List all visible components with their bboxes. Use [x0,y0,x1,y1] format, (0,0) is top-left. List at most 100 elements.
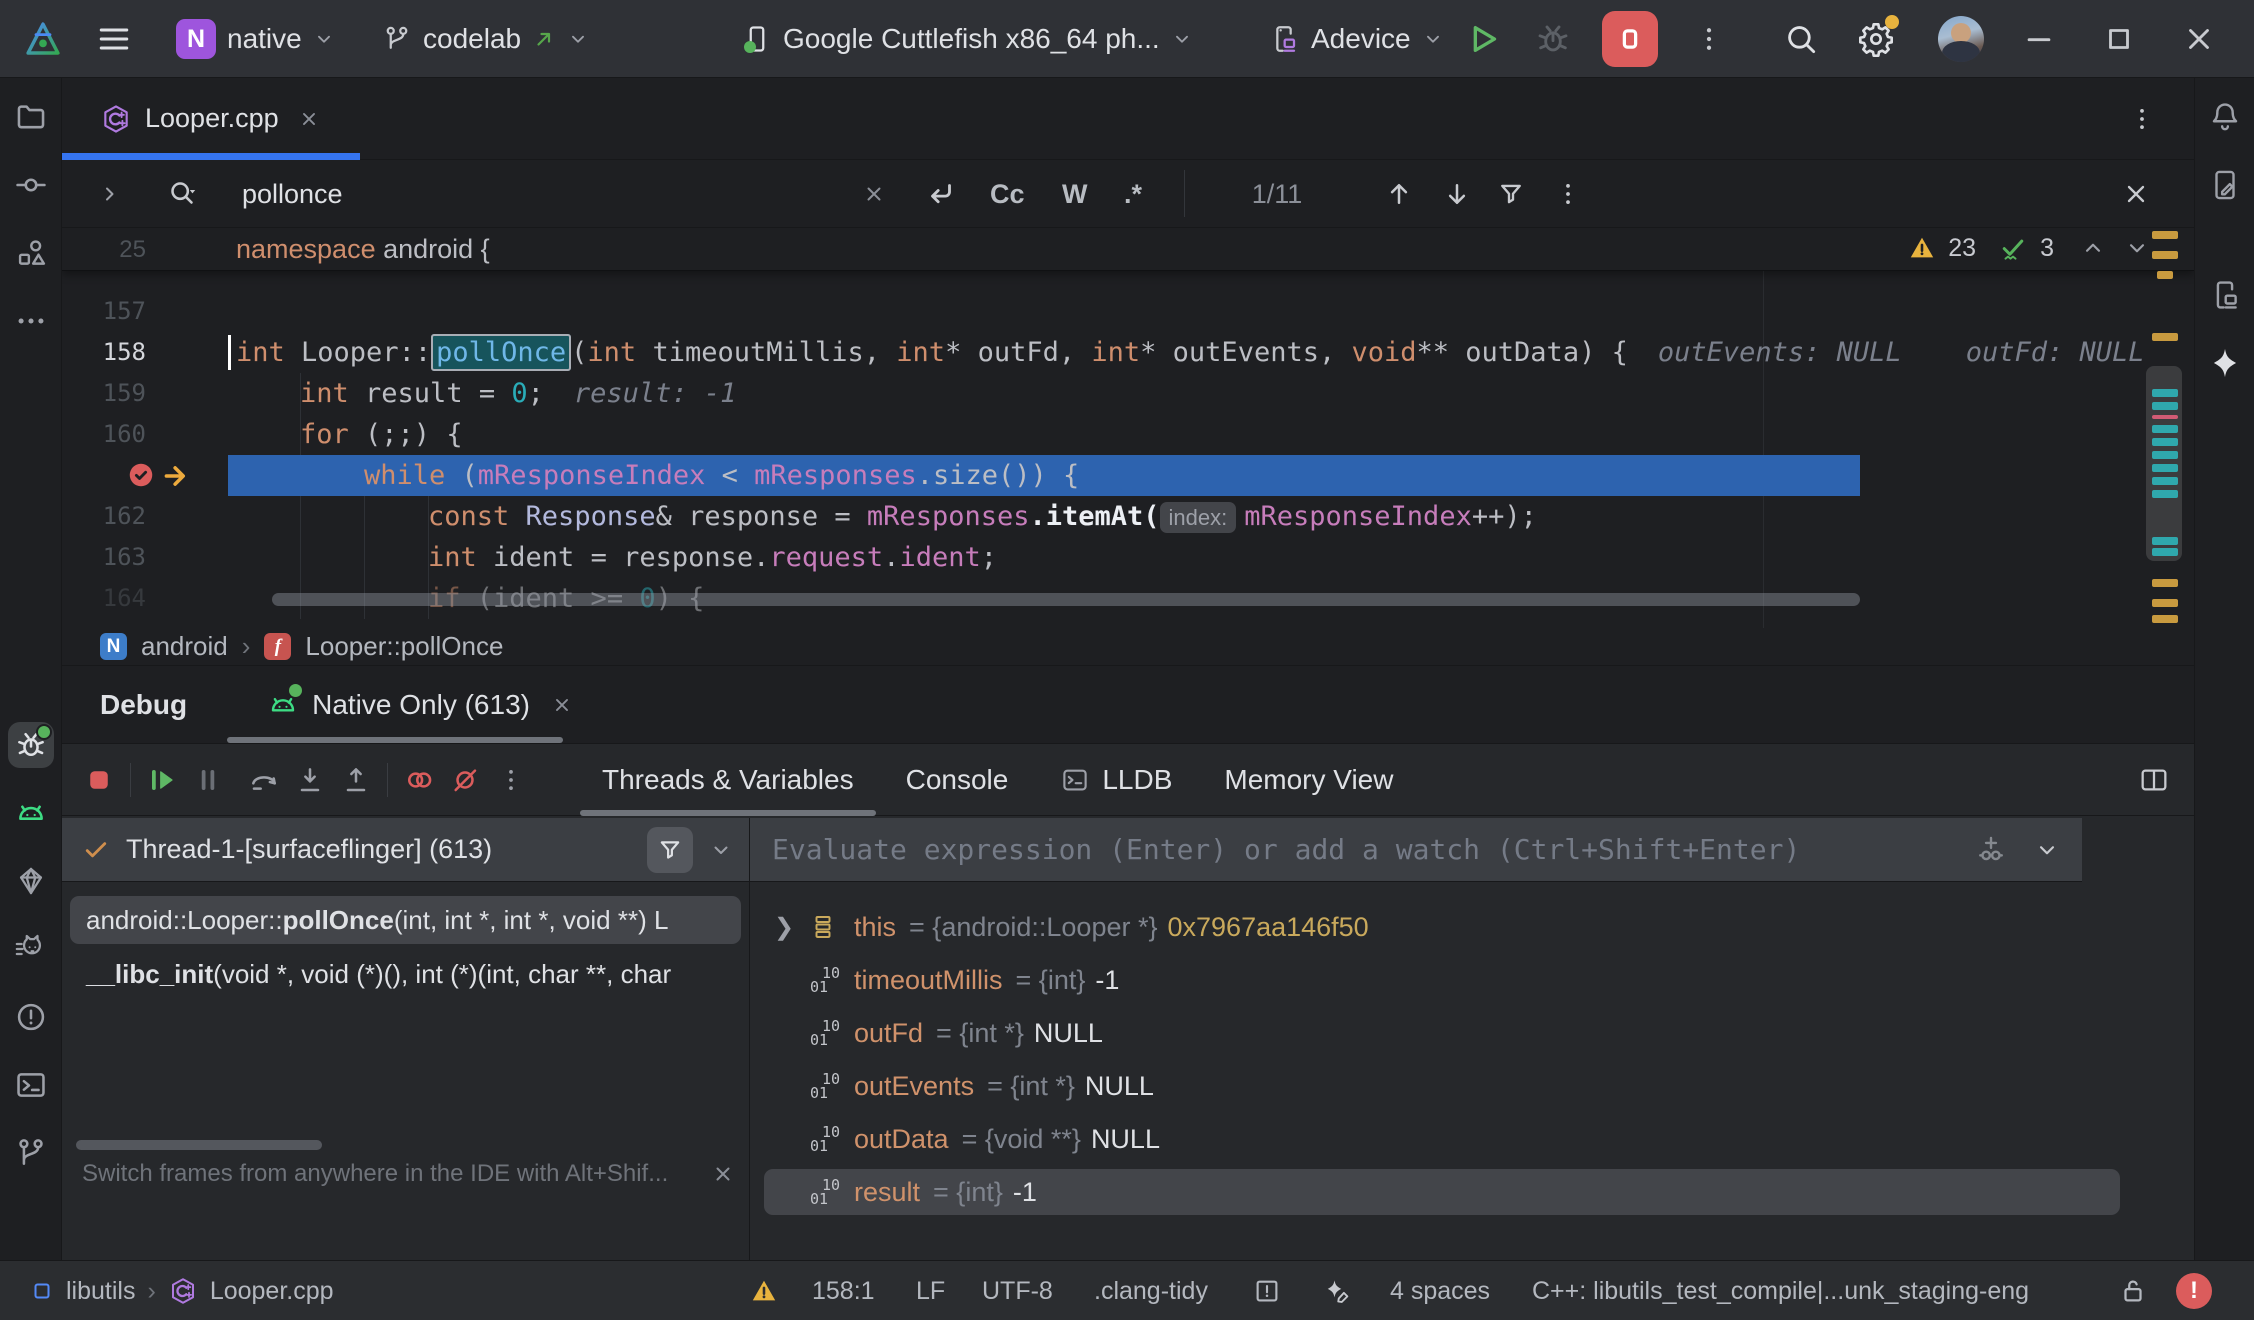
debug-tool-window-icon[interactable] [8,722,54,768]
view-breakpoints-icon[interactable] [396,757,442,803]
version-control-icon[interactable] [8,1130,54,1176]
search-field-icon[interactable] [166,160,200,228]
window-close-button[interactable] [2182,0,2216,78]
line-separator[interactable]: LF [916,1261,945,1320]
file-encoding[interactable]: UTF-8 [982,1261,1053,1320]
tab-lldb[interactable]: LLDB [1034,744,1198,815]
line-number[interactable]: 158 [62,332,146,373]
run-config-selector[interactable]: Adevice [1268,0,1444,78]
variable-row-timeoutmillis[interactable]: 1001 timeoutMillis= {int}-1 [764,957,2120,1003]
mute-breakpoints-icon[interactable] [442,757,488,803]
vcs-branch-selector[interactable]: codelab [382,0,589,78]
user-avatar[interactable] [1938,0,1984,78]
status-warning-icon[interactable] [750,1261,778,1320]
build-configuration[interactable]: C++: libutils_test_compile|...unk_stagin… [1532,1261,2029,1320]
evaluate-expand-chevron-icon[interactable] [2034,837,2060,863]
debug-session-tab[interactable]: Native Only (613) [267,689,573,721]
search-input[interactable]: pollonce [242,160,343,228]
resource-manager-icon[interactable] [8,230,54,276]
step-out-icon[interactable] [333,757,379,803]
more-tool-windows-icon[interactable] [8,298,54,344]
debug-button[interactable] [1534,0,1572,78]
expander-chevron-icon[interactable]: ❯ [774,913,810,942]
close-find-bar-icon[interactable] [2122,160,2150,228]
code-line[interactable]: 159int result = 0;result: -1 [62,373,2194,414]
error-stripe[interactable] [2148,229,2182,628]
line-number[interactable]: 163 [62,537,146,578]
clear-search-icon[interactable] [862,160,886,228]
logcat-icon[interactable] [8,790,54,836]
code-editor[interactable]: 25 namespace android { 157158int Looper:… [62,229,2194,628]
status-module-group[interactable]: libutils › Looper.cpp [30,1261,334,1320]
profiler-cat-icon[interactable] [8,926,54,972]
window-minimize-button[interactable] [2022,0,2056,78]
app-quality-insights-gem-icon[interactable] [8,858,54,904]
inspections-widget[interactable]: 23 3 [1908,233,2150,263]
thread-dropdown-chevron-icon[interactable] [709,838,733,862]
breakpoint-icon[interactable] [126,460,156,490]
line-number[interactable]: 162 [62,496,146,537]
tab-console[interactable]: Console [880,744,1035,815]
variable-row-outevents[interactable]: 1001 outEvents= {int *}NULL [764,1063,2120,1109]
commit-icon[interactable] [8,162,54,208]
regex-toggle[interactable]: .* [1124,160,1142,228]
hint-close-icon[interactable] [711,1162,735,1186]
ai-assistant-spark-icon[interactable] [1322,1261,1352,1320]
variable-row-this[interactable]: ❯ this= {android::Looper *}0x7967aa146f5… [764,904,2120,950]
line-number[interactable]: 164 [62,578,146,619]
hamburger-menu-icon[interactable] [96,0,132,78]
code-line[interactable]: 163int ident = response.request.ident; [62,537,2194,578]
project-folder-icon[interactable] [8,94,54,140]
indent-setting[interactable]: 4 spaces [1390,1261,1490,1320]
add-watch-icon[interactable] [1974,833,2008,867]
tab-memory-view[interactable]: Memory View [1198,744,1419,815]
stack-frame[interactable]: __libc_init(void *, void (*)(), int (*)(… [70,950,741,998]
step-over-icon[interactable] [241,757,287,803]
tab-close-icon[interactable] [298,108,320,130]
window-maximize-button[interactable] [2102,0,2136,78]
tab-looper-cpp[interactable]: Looper.cpp [62,78,344,159]
resume-program-icon[interactable] [139,757,185,803]
running-devices-icon[interactable] [2202,272,2248,318]
code-line[interactable]: 158int Looper::pollOnce(int timeoutMilli… [62,332,2194,373]
next-match-arrow-icon[interactable] [1442,160,1472,228]
line-number[interactable]: 160 [62,414,146,455]
code-line[interactable]: 160for (;;) { [62,414,2194,455]
device-manager-icon[interactable] [2202,162,2248,208]
code-line[interactable]: 157 [62,291,2194,332]
expand-replace-chevron-icon[interactable] [98,160,122,228]
search-options-kebab-icon[interactable] [1554,160,1582,228]
code-line[interactable]: 162const Response& response = mResponses… [62,496,2194,537]
tab-threads-variables[interactable]: Threads & Variables [576,744,880,815]
project-selector[interactable]: N native [176,0,335,78]
prev-problem-chevron-icon[interactable] [2080,235,2106,261]
thread-selector[interactable]: Thread-1-[surfaceflinger] (613) [62,818,749,882]
search-everywhere-icon[interactable] [1782,0,1820,78]
step-into-icon[interactable] [287,757,333,803]
next-problem-chevron-icon[interactable] [2124,235,2150,261]
variable-row-result[interactable]: 1001 result= {int}-1 [764,1169,2120,1215]
stop-button[interactable] [1602,0,1658,78]
run-button[interactable] [1462,0,1502,78]
evaluate-expression-input[interactable]: Evaluate expression (Enter) or add a wat… [750,818,2082,882]
more-actions-kebab-icon[interactable] [1694,0,1724,78]
device-selector[interactable]: Google Cuttlefish x86_64 ph... [742,0,1193,78]
breadcrumb-namespace[interactable]: android [141,631,228,662]
lock-open-icon[interactable] [2118,1261,2148,1320]
variable-row-outfd[interactable]: 1001 outFd= {int *}NULL [764,1010,2120,1056]
multiline-search-icon[interactable] [924,160,958,228]
layout-settings-icon[interactable] [2138,764,2170,796]
frames-horizontal-scrollbar[interactable] [76,1140,322,1150]
session-tab-close-icon[interactable] [551,694,573,716]
pause-program-icon[interactable] [185,757,231,803]
previous-match-arrow-icon[interactable] [1384,160,1414,228]
sticky-line[interactable]: 25 namespace android { [62,229,2194,271]
code-line[interactable]: while (mResponseIndex < mResponses.size(… [62,455,2194,496]
inspection-profile[interactable]: .clang-tidy [1094,1261,1208,1320]
line-number[interactable]: 157 [62,291,146,332]
words-toggle[interactable]: W [1062,160,1087,228]
line-number[interactable]: 159 [62,373,146,414]
debug-options-kebab-icon[interactable] [488,757,534,803]
notifications-bell-icon[interactable] [2202,94,2248,140]
breadcrumb-function[interactable]: Looper::pollOnce [305,631,503,662]
